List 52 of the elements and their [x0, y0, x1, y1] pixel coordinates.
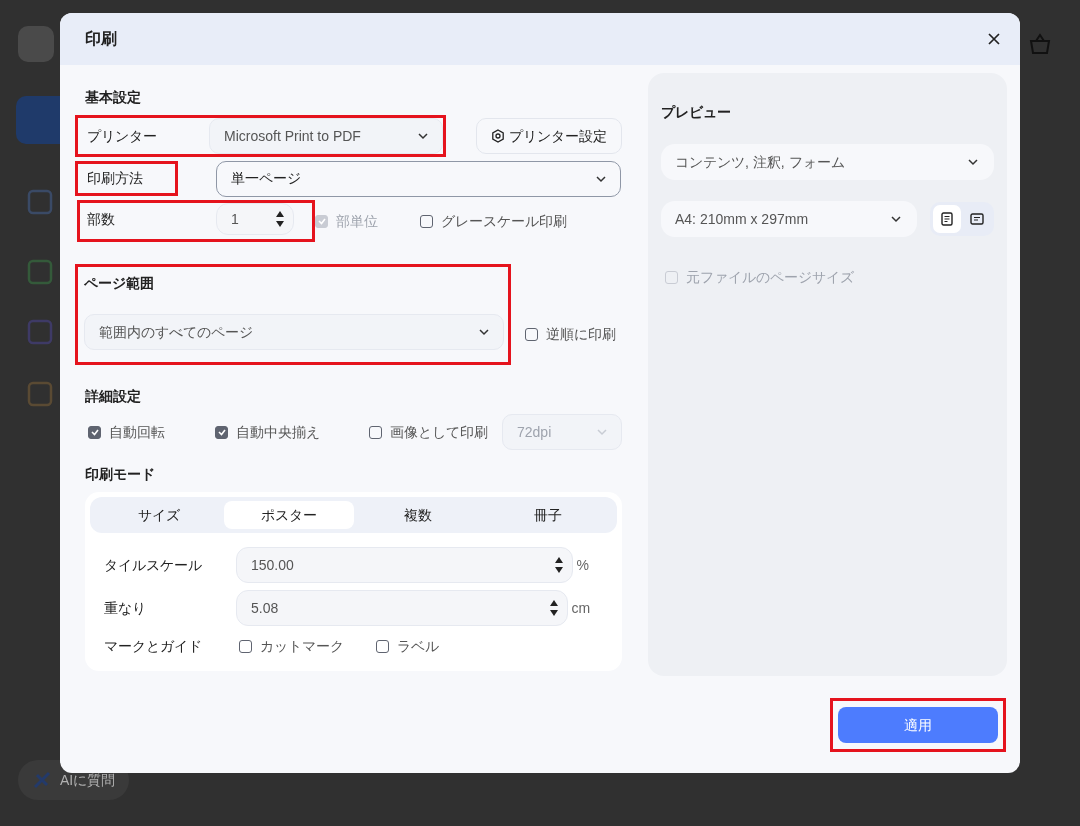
checkbox-label: 逆順に印刷 — [546, 325, 616, 344]
print-method-select[interactable]: 単一ページ — [216, 160, 621, 197]
spinner-arrows-icon — [549, 600, 559, 616]
dialog-title: 印刷 — [85, 29, 117, 49]
apply-button[interactable]: 適用 — [838, 707, 998, 743]
spinner-arrows-icon — [275, 211, 285, 227]
checkbox-label: 元ファイルのページサイズ — [686, 268, 854, 287]
field-label: 部数 — [87, 209, 116, 229]
unit-label: % — [576, 555, 589, 575]
section-heading: プレビュー — [661, 103, 732, 122]
mode-tab[interactable]: 冊子 — [483, 501, 613, 529]
paper-size-select[interactable]: A4: 210mm x 297mm — [661, 201, 917, 237]
checkbox[interactable] — [525, 328, 538, 341]
section-heading: ページ範囲 — [84, 274, 155, 293]
section-heading: 印刷モード — [85, 465, 156, 484]
checkbox-label: 部単位 — [336, 211, 378, 231]
field-label: プリンター — [86, 126, 158, 146]
settings-icon — [491, 129, 505, 143]
page-range-select[interactable]: 範囲内のすべてのページ — [84, 314, 504, 350]
number-field[interactable]: 150.00 — [236, 547, 573, 583]
copies-spinbox[interactable]: 1 — [216, 203, 294, 235]
checkbox-label: 自動回転 — [109, 422, 165, 442]
section-heading: 詳細設定 — [85, 387, 142, 406]
printer-select[interactable]: Microsoft Print to PDF — [209, 118, 443, 154]
field-label: マークとガイド — [104, 637, 203, 656]
mode-tab[interactable]: ポスター — [223, 501, 354, 529]
content-select[interactable]: コンテンツ, 注釈, フォーム — [661, 144, 994, 180]
checkbox-label: 自動中央揃え — [236, 422, 320, 442]
portrait-button[interactable] — [933, 205, 961, 233]
spinner-arrows-icon — [554, 557, 564, 573]
checkbox[interactable] — [376, 640, 389, 653]
checkbox[interactable] — [369, 425, 382, 439]
checkbox-label: ラベル — [397, 637, 439, 656]
portrait-page-icon — [941, 212, 953, 226]
checkbox[interactable] — [239, 640, 252, 653]
mode-tab[interactable]: サイズ — [94, 501, 224, 529]
field-label: 印刷方法 — [87, 170, 143, 186]
printer-settings-button[interactable]: プリンター設定 — [476, 118, 622, 154]
mode-tab[interactable]: 複数 — [353, 501, 484, 529]
field-label: タイルスケール — [104, 555, 203, 575]
close-icon — [986, 31, 1002, 47]
checkbox-label: 画像として印刷 — [390, 422, 488, 442]
checkbox[interactable] — [420, 214, 433, 228]
unit-label: cm — [571, 598, 591, 618]
checkbox-label: グレースケール印刷 — [441, 211, 567, 231]
section-heading: 基本設定 — [85, 88, 142, 107]
number-field[interactable]: 5.08 — [236, 590, 568, 626]
checkbox[interactable] — [215, 425, 228, 439]
landscape-page-icon — [970, 213, 984, 225]
checkbox[interactable] — [88, 425, 101, 439]
field-label: 重なり — [104, 598, 147, 618]
checkbox-label: カットマーク — [260, 637, 344, 656]
